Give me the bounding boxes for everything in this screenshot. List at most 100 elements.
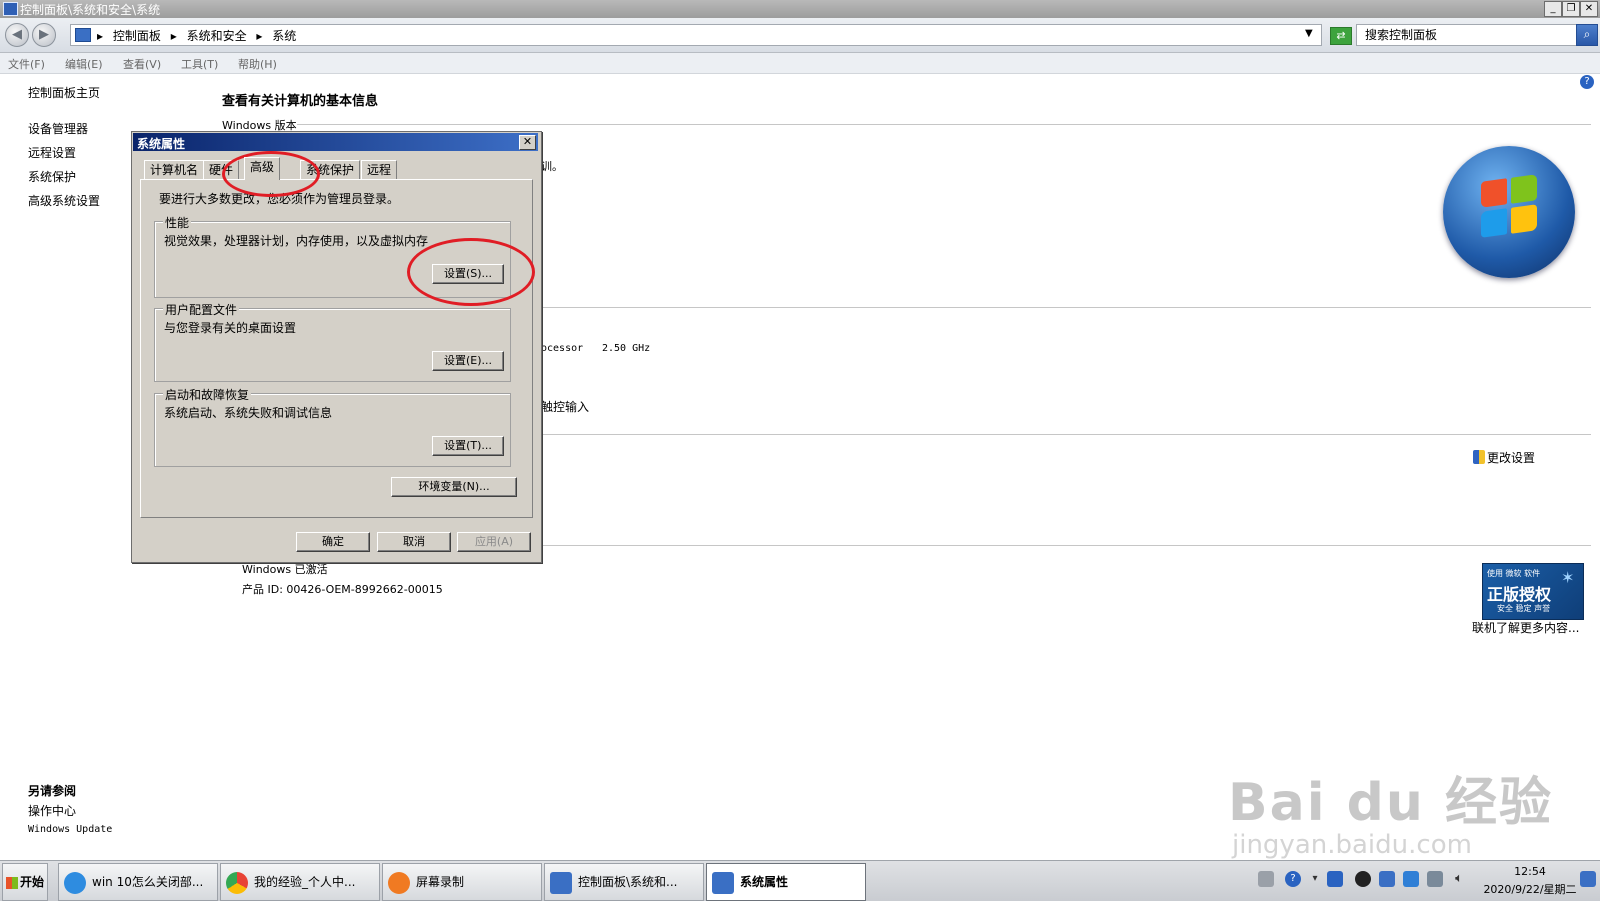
task-control-panel[interactable]: 控制面板\系统和... [544,863,704,901]
menu-view[interactable]: 查看(V) [123,56,161,72]
learn-more-link[interactable]: 联机了解更多内容... [1472,619,1579,636]
user-profiles-desc: 与您登录有关的桌面设置 [164,321,297,335]
help-tray-icon[interactable]: ? [1285,871,1301,887]
task-label: 控制面板\系统和... [578,875,678,889]
startup-recovery-label: 启动和故障恢复 [163,386,252,403]
control-panel-icon [3,2,18,16]
divider [297,124,1591,125]
product-id: 产品 ID: 00426-OEM-8992662-00015 [242,583,443,596]
display-icon[interactable] [1427,871,1443,887]
genuine-badge[interactable]: 使用 微软 软件 正版授权 安全 稳定 声誉 ✶ [1482,563,1584,620]
monitor-icon[interactable] [1379,871,1395,887]
sidebar-item-remote-settings[interactable]: 远程设置 [28,144,76,161]
recorder-icon [388,871,410,894]
see-also-action-center[interactable]: 操作中心 [28,802,76,819]
performance-desc: 视觉效果，处理器计划，内存使用，以及虚拟内存 [164,234,429,248]
search-input[interactable]: 搜索控制面板 [1356,24,1580,46]
task-browser-window[interactable]: 我的经验_个人中... [220,863,380,901]
cancel-button[interactable]: 取消 [377,532,451,552]
menu-help[interactable]: 帮助(H) [238,56,277,72]
ok-button[interactable]: 确定 [296,532,370,552]
ie-icon [64,871,86,894]
tab-computer-name[interactable]: 计算机名 [144,160,205,179]
touch-input-text: 触控输入 [541,400,590,414]
sidebar-item-advanced-settings[interactable]: 高级系统设置 [28,192,100,209]
apply-button[interactable]: 应用(A) [457,532,531,552]
task-label: 屏幕录制 [416,875,465,889]
control-panel-icon [550,871,572,894]
edition-text: 训。 [541,160,563,173]
computer-icon [75,28,91,42]
window-title: 控制面板\系统和安全\系统 [20,3,161,17]
forward-button[interactable]: ▶ [32,23,56,47]
see-also-windows-update[interactable]: Windows Update [28,824,112,835]
dialog-title-bar: 系统属性 ✕ [133,133,538,151]
search-icon[interactable]: ⌕ [1576,24,1598,46]
refresh-icon[interactable]: ⇄ [1330,27,1352,45]
startup-recovery-desc: 系统启动、系统失败和调试信息 [164,406,333,420]
keyboard-icon[interactable] [1258,871,1274,887]
sidebar-item-system-protection[interactable]: 系统保护 [28,168,76,185]
tray-expand-icon[interactable]: ▾ [1307,871,1323,887]
user-profiles-group: 用户配置文件 与您登录有关的桌面设置 设置(E)... [154,301,511,382]
dialog-close-button[interactable]: ✕ [519,135,536,150]
breadcrumb-separator-icon: ▸ [97,29,104,43]
breadcrumb-control-panel[interactable]: 控制面板 [113,29,161,43]
task-ie-window[interactable]: win 10怎么关闭部... [58,863,218,901]
restore-button[interactable]: ❐ [1562,1,1580,17]
breadcrumb: ▸ 控制面板 ▸ 系统和安全 ▸ 系统 [97,27,302,44]
windows-logo-icon [1443,146,1575,278]
qq-icon[interactable] [1355,871,1371,887]
highlight-circle-settings-button [407,238,535,306]
menu-tools[interactable]: 工具(T) [181,56,218,72]
sidebar-home-link[interactable]: 控制面板主页 [28,84,100,101]
windows-flag-icon [6,876,18,889]
tab-advanced[interactable]: 高级 [244,157,281,180]
clock-time[interactable]: 12:54 [1500,865,1560,878]
clock-date[interactable]: 2020/9/22/星期二 [1478,881,1582,897]
task-label: win 10怎么关闭部... [92,875,204,889]
shield-icon [1473,450,1485,464]
address-field[interactable]: ▸ 控制面板 ▸ 系统和安全 ▸ 系统 ▼ [70,24,1322,46]
breadcrumb-separator-icon: ▸ [256,29,263,43]
minimize-button[interactable]: _ [1544,1,1562,17]
taskbar: 开始 win 10怎么关闭部... 我的经验_个人中... 屏幕录制 控制面板\… [0,860,1600,901]
see-also-heading: 另请参阅 [28,784,77,798]
help-icon[interactable]: ? [1580,75,1594,89]
show-desktop-icon[interactable] [1580,871,1596,887]
divider [540,307,1591,308]
menu-edit[interactable]: 编辑(E) [65,56,103,72]
change-settings-link[interactable]: 更改设置 [1487,449,1535,466]
badge-top-text: 使用 微软 软件 [1487,569,1541,578]
menu-bar: 文件(F) 编辑(E) 查看(V) 工具(T) 帮助(H) [0,53,1600,74]
badge-sub-text: 安全 稳定 声誉 [1497,604,1551,613]
sidebar-item-device-manager[interactable]: 设备管理器 [28,120,88,137]
environment-variables-button[interactable]: 环境变量(N)... [391,477,517,497]
startup-settings-button[interactable]: 设置(T)... [432,436,504,456]
browser-icon [226,871,248,894]
performance-label: 性能 [163,214,192,231]
tab-remote[interactable]: 远程 [361,160,398,179]
address-toolbar: ◀ ▶ ▸ 控制面板 ▸ 系统和安全 ▸ 系统 ▼ ⇄ 搜索控制面板 ⌕ [0,18,1600,53]
address-dropdown-icon[interactable]: ▼ [1305,28,1313,39]
processor-speed: 2.50 GHz [602,343,651,354]
start-button[interactable]: 开始 [2,863,48,901]
close-button[interactable]: ✕ [1580,1,1598,17]
volume-icon[interactable]: 🔈︎ [1451,871,1467,887]
user-profiles-label: 用户配置文件 [163,301,240,318]
user-profiles-settings-button[interactable]: 设置(E)... [432,351,504,371]
network-icon[interactable] [1327,871,1343,887]
watermark: Bai du 经验 [1228,773,1553,833]
processor-text: ocessor [541,343,584,354]
breadcrumb-separator-icon: ▸ [170,29,177,43]
security-shield-icon[interactable] [1403,871,1419,887]
breadcrumb-system-security[interactable]: 系统和安全 [187,29,247,43]
activation-status: Windows 已激活 [242,563,328,576]
back-button[interactable]: ◀ [5,23,29,47]
start-label: 开始 [20,875,45,889]
menu-file[interactable]: 文件(F) [8,56,45,72]
breadcrumb-system[interactable]: 系统 [272,29,296,43]
task-label: 系统属性 [740,875,789,889]
task-screen-recorder[interactable]: 屏幕录制 [382,863,542,901]
task-system-properties[interactable]: 系统属性 [706,863,866,901]
